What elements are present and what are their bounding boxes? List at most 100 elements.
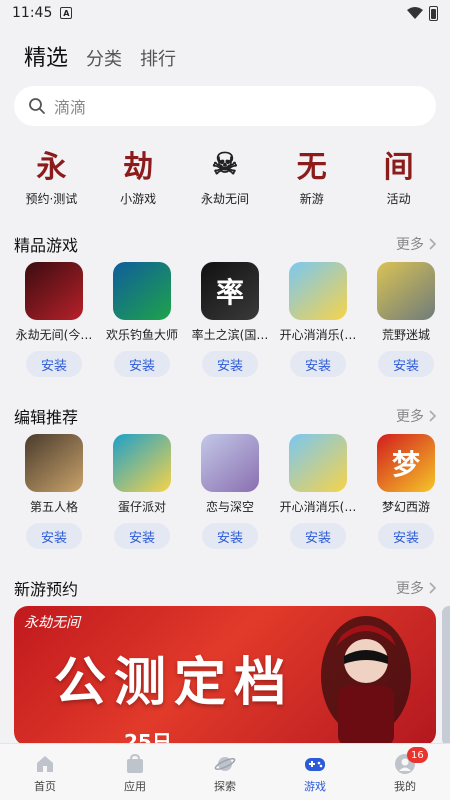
game-icon[interactable] xyxy=(113,262,171,320)
install-button[interactable]: 安装 xyxy=(378,351,434,377)
install-button[interactable]: 安装 xyxy=(290,523,346,549)
quick-link-new-games[interactable]: 无 新游 xyxy=(272,142,352,207)
game-icon[interactable] xyxy=(113,434,171,492)
search-icon xyxy=(29,98,45,114)
install-button[interactable]: 安装 xyxy=(26,523,82,549)
game-icon[interactable] xyxy=(289,434,347,492)
section-title: 精品游戏 xyxy=(14,236,79,255)
game-card[interactable]: 率率土之滨(国… 安装 xyxy=(186,262,274,377)
install-button[interactable]: 安装 xyxy=(202,523,258,549)
install-button[interactable]: 安装 xyxy=(26,351,82,377)
quick-link-reserve[interactable]: 永 预约·测试 xyxy=(11,142,91,207)
game-card[interactable]: 开心消消乐(… 安装 xyxy=(274,262,362,377)
game-icon[interactable] xyxy=(377,262,435,320)
chevron-right-icon xyxy=(429,582,436,594)
section-title: 编辑推荐 xyxy=(14,408,79,427)
top-tabs: 精选 分类 排行 xyxy=(24,40,176,72)
nav-label: 应用 xyxy=(124,780,146,793)
game-name: 第五人格 xyxy=(29,500,78,514)
calligraphy-icon: 无 xyxy=(296,150,327,185)
quick-link-label: 小游戏 xyxy=(120,192,157,206)
game-card[interactable]: 梦梦幻西游 安装 xyxy=(362,434,450,549)
game-name: 永劫无间(今… xyxy=(15,328,93,342)
character-face-icon: ☠ xyxy=(211,146,239,182)
nav-label: 探索 xyxy=(214,780,236,793)
quick-link-naraka[interactable]: ☠ 永劫无间 xyxy=(185,142,265,207)
game-icon[interactable] xyxy=(25,434,83,492)
calligraphy-icon: 永 xyxy=(36,150,67,185)
new-games-section-header: 新游预约 更多 xyxy=(14,576,436,600)
game-icon[interactable] xyxy=(201,434,259,492)
quick-link-events[interactable]: 间 活动 xyxy=(359,142,439,207)
more-link[interactable]: 更多 xyxy=(396,234,436,254)
featured-games-row: 永劫无间(今… 安装 欢乐钓鱼大师 安装率率土之滨(国… 安装 开心消消乐(… 安装 荒野迷城… xyxy=(0,262,450,377)
install-button[interactable]: 安装 xyxy=(114,351,170,377)
more-label: 更多 xyxy=(396,581,424,597)
game-icon[interactable]: 梦 xyxy=(377,434,435,492)
game-icon-lettering: 率 xyxy=(215,276,244,309)
featured-section-header: 精品游戏 更多 xyxy=(14,232,436,256)
game-card[interactable]: 第五人格 安装 xyxy=(10,434,98,549)
game-name: 恋与深空 xyxy=(205,500,254,514)
install-button[interactable]: 安装 xyxy=(202,351,258,377)
more-link[interactable]: 更多 xyxy=(396,406,436,426)
planet-icon xyxy=(214,757,236,771)
calligraphy-icon: 劫 xyxy=(123,150,154,185)
game-name: 蛋仔派对 xyxy=(117,500,166,514)
character-illustration xyxy=(321,616,411,746)
game-card[interactable]: 恋与深空 安装 xyxy=(186,434,274,549)
nav-label: 游戏 xyxy=(304,780,326,793)
nav-apps[interactable]: 应用 xyxy=(90,744,180,800)
battery-icon xyxy=(429,5,438,21)
editor-games-row: 第五人格 安装 蛋仔派对 安装 恋与深空 安装 开心消消乐(… 安装梦梦幻西游 安装 xyxy=(0,434,450,549)
tab-ranking[interactable]: 排行 xyxy=(140,45,176,71)
banner-headline: 公测定档 xyxy=(54,652,295,713)
nav-explore[interactable]: 探索 xyxy=(180,744,270,800)
section-title: 新游预约 xyxy=(14,580,79,599)
game-icon[interactable] xyxy=(289,262,347,320)
tab-featured[interactable]: 精选 xyxy=(24,40,68,72)
gamepad-icon xyxy=(305,758,325,771)
next-banner-peek[interactable] xyxy=(442,606,450,746)
game-icon[interactable]: 率 xyxy=(201,262,259,320)
game-name: 率土之滨(国… xyxy=(191,328,269,342)
game-icon[interactable] xyxy=(25,262,83,320)
game-name: 开心消消乐(… xyxy=(279,500,357,514)
nav-home[interactable]: 首页 xyxy=(0,744,90,800)
editor-section-header: 编辑推荐 更多 xyxy=(14,404,436,428)
game-name: 欢乐钓鱼大师 xyxy=(105,328,178,342)
game-card[interactable]: 欢乐钓鱼大师 安装 xyxy=(98,262,186,377)
notification-badge: 16 xyxy=(407,747,428,763)
bottom-nav: 首页 应用 探索 游戏 16 我的 xyxy=(0,743,450,800)
chevron-right-icon xyxy=(429,410,436,422)
game-icon-lettering: 梦 xyxy=(391,448,420,481)
quick-link-label: 永劫无间 xyxy=(200,192,249,206)
quick-link-label: 活动 xyxy=(386,192,411,206)
nav-games[interactable]: 游戏 xyxy=(270,744,360,800)
quick-link-label: 新游 xyxy=(299,192,324,206)
game-card[interactable]: 荒野迷城 安装 xyxy=(362,262,450,377)
nav-label: 首页 xyxy=(34,780,56,793)
game-name: 荒野迷城 xyxy=(381,328,430,342)
game-name: 开心消消乐(… xyxy=(279,328,357,342)
nav-label: 我的 xyxy=(394,780,416,793)
install-button[interactable]: 安装 xyxy=(290,351,346,377)
nav-profile[interactable]: 16 我的 xyxy=(360,744,450,800)
tab-category[interactable]: 分类 xyxy=(86,45,122,71)
more-link[interactable]: 更多 xyxy=(396,578,436,598)
calligraphy-icon: 间 xyxy=(383,150,414,185)
game-card[interactable]: 开心消消乐(… 安装 xyxy=(274,434,362,549)
home-icon xyxy=(37,756,53,772)
install-button[interactable]: 安装 xyxy=(114,523,170,549)
search-placeholder: 滴滴 xyxy=(54,98,87,117)
install-button[interactable]: 安装 xyxy=(378,523,434,549)
quick-link-minigames[interactable]: 劫 小游戏 xyxy=(98,142,178,207)
game-card[interactable]: 蛋仔派对 安装 xyxy=(98,434,186,549)
search-bar[interactable]: 滴滴 xyxy=(14,86,436,126)
new-game-banner[interactable]: 永劫无间 公测定档 25日 xyxy=(14,606,436,746)
game-card[interactable]: 永劫无间(今… 安装 xyxy=(10,262,98,377)
chevron-right-icon xyxy=(429,238,436,250)
apps-bag-icon xyxy=(127,753,143,773)
quick-links: 永 预约·测试 劫 小游戏 ☠ 永劫无间 无 新游 间 活动 xyxy=(0,142,450,207)
status-bar: 11:45 A xyxy=(0,0,450,26)
